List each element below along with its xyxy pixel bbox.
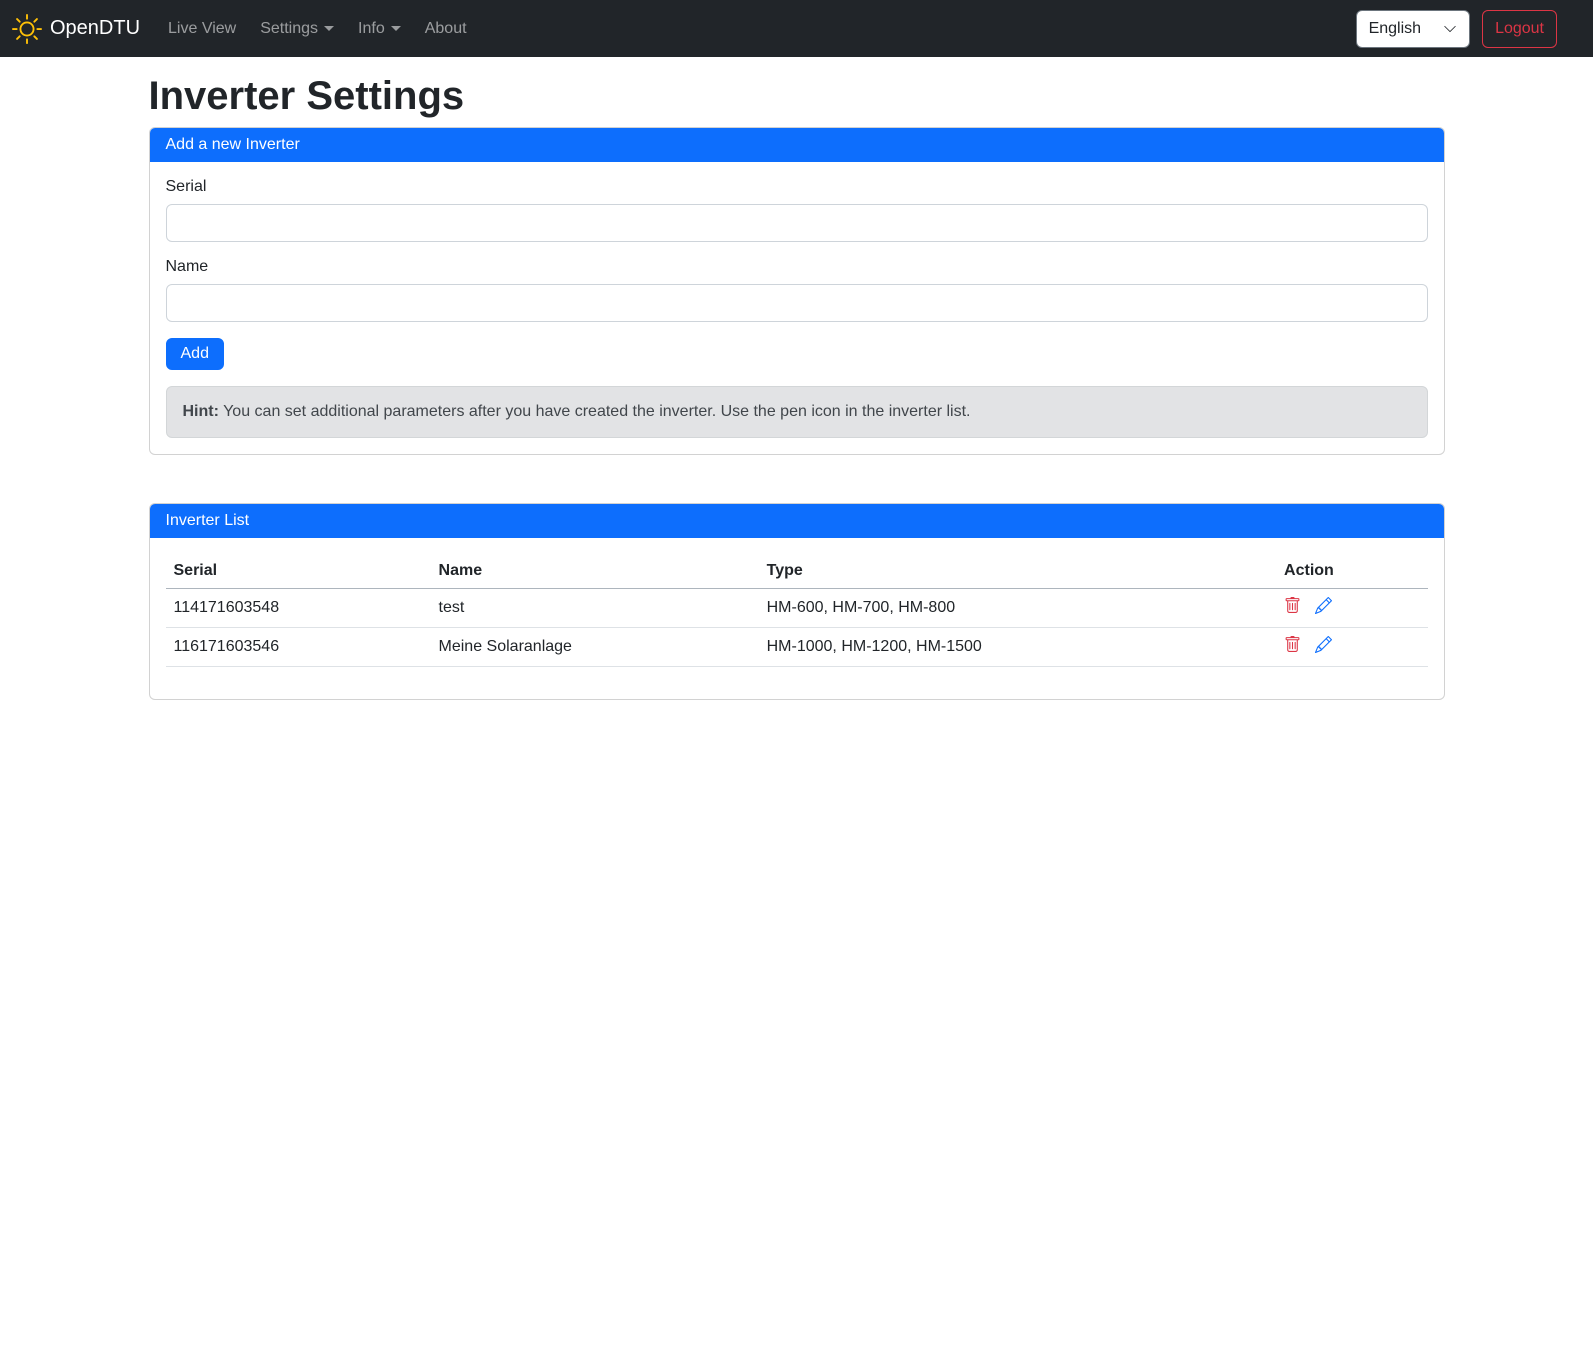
nav-item-label: Settings	[260, 20, 318, 38]
table-header-row: Serial Name Type Action	[166, 554, 1428, 589]
add-card-header: Add a new Inverter	[150, 128, 1444, 162]
hint-alert: Hint: You can set additional parameters …	[166, 386, 1428, 438]
list-card-body: Serial Name Type Action 114171603548 tes…	[150, 538, 1444, 699]
serial-label: Serial	[166, 178, 1428, 196]
inverter-list-card: Inverter List Serial Name Type Action 11…	[149, 503, 1445, 700]
column-header-action: Action	[1276, 554, 1427, 589]
name-input[interactable]	[166, 284, 1428, 322]
main-content: Inverter Settings Add a new Inverter Ser…	[137, 74, 1457, 700]
cell-actions	[1276, 589, 1427, 628]
brand-link[interactable]: OpenDTU	[12, 14, 140, 44]
name-field-group: Name	[166, 258, 1428, 322]
sun-icon	[12, 14, 42, 44]
cell-serial: 116171603546	[166, 628, 431, 667]
serial-field-group: Serial	[166, 178, 1428, 242]
serial-input[interactable]	[166, 204, 1428, 242]
cell-name: Meine Solaranlage	[431, 628, 759, 667]
add-button[interactable]: Add	[166, 338, 224, 370]
page-title: Inverter Settings	[149, 74, 1445, 119]
list-card-header: Inverter List	[150, 504, 1444, 538]
inverter-table: Serial Name Type Action 114171603548 tes…	[166, 554, 1428, 667]
column-header-serial: Serial	[166, 554, 431, 589]
column-header-type: Type	[759, 554, 1276, 589]
nav-item-settings[interactable]: Settings	[252, 12, 342, 46]
logout-button[interactable]: Logout	[1482, 10, 1557, 48]
nav-item-label: About	[425, 20, 467, 38]
hint-alert-text: You can set additional parameters after …	[219, 403, 971, 420]
edit-inverter-icon[interactable]	[1315, 597, 1332, 619]
nav-item-info[interactable]: Info	[350, 12, 409, 46]
delete-inverter-icon[interactable]	[1284, 597, 1301, 619]
caret-down-icon	[391, 26, 401, 31]
chevron-down-icon	[1443, 22, 1457, 36]
cell-serial: 114171603548	[166, 589, 431, 628]
edit-inverter-icon[interactable]	[1315, 636, 1332, 658]
cell-type: HM-1000, HM-1200, HM-1500	[759, 628, 1276, 667]
nav-item-label: Live View	[168, 20, 236, 38]
name-label: Name	[166, 258, 1428, 276]
navbar: OpenDTU Live View Settings Info About En…	[0, 0, 1593, 57]
column-header-name: Name	[431, 554, 759, 589]
table-row: 114171603548 test HM-600, HM-700, HM-800	[166, 589, 1428, 628]
cell-actions	[1276, 628, 1427, 667]
cell-name: test	[431, 589, 759, 628]
nav-item-label: Info	[358, 20, 385, 38]
hint-alert-bold: Hint:	[183, 403, 219, 420]
language-selected-value: English	[1369, 20, 1421, 38]
nav-links: Live View Settings Info About	[156, 12, 479, 46]
brand-label: OpenDTU	[50, 17, 140, 40]
add-inverter-card: Add a new Inverter Serial Name Add Hint:…	[149, 127, 1445, 455]
caret-down-icon	[324, 26, 334, 31]
table-row: 116171603546 Meine Solaranlage HM-1000, …	[166, 628, 1428, 667]
nav-item-live-view[interactable]: Live View	[160, 12, 244, 46]
add-card-body: Serial Name Add Hint: You can set additi…	[150, 162, 1444, 454]
language-select[interactable]: English	[1356, 10, 1470, 48]
nav-item-about[interactable]: About	[417, 12, 475, 46]
cell-type: HM-600, HM-700, HM-800	[759, 589, 1276, 628]
delete-inverter-icon[interactable]	[1284, 636, 1301, 658]
